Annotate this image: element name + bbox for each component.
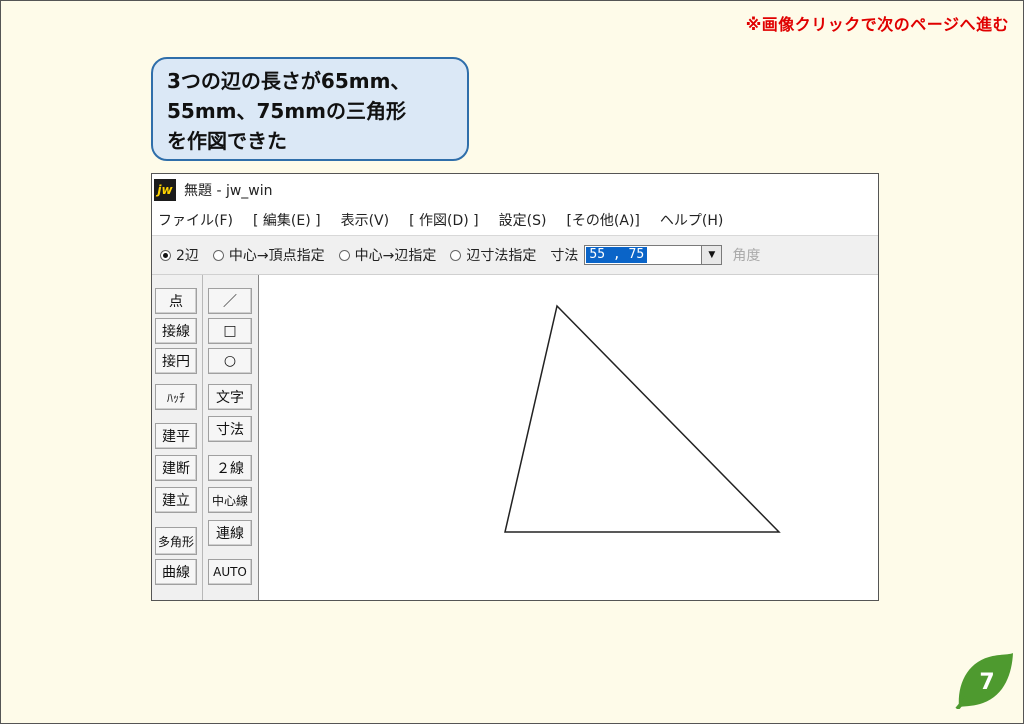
radio-center-vertex[interactable]: 中心→頂点指定 [212, 245, 325, 265]
angle-label: 角度 [732, 248, 761, 264]
radio-dot-icon [160, 249, 171, 261]
dimension-value: 55 , 75 [586, 247, 648, 263]
radio-label: 中心→辺指定 [354, 248, 437, 264]
tool-tangent-line-button[interactable]: 接線 [155, 318, 197, 344]
tool-line-button[interactable]: ／ [208, 288, 252, 314]
callout-line-2: 55mm、75mmの三角形 [167, 99, 407, 123]
tool-curve-button[interactable]: 曲線 [155, 559, 197, 585]
workspace: 点 接線 接円 ﾊｯﾁ 建平 建断 建立 多角形 曲線 ／ □ ○ 文字 寸法 … [152, 275, 878, 600]
triangle-shape[interactable] [504, 304, 781, 533]
menu-view[interactable]: 表示(V) [341, 210, 390, 230]
tool-dimension-button[interactable]: 寸法 [208, 416, 252, 442]
radio-dot-icon [338, 249, 350, 261]
tool-circle-button[interactable]: ○ [208, 348, 252, 374]
radio-side-dimension[interactable]: 辺寸法指定 [450, 245, 536, 265]
tool-point-button[interactable]: 点 [155, 288, 197, 314]
menu-bar: ファイル(F) [ 編集(E) ] 表示(V) [ 作図(D) ] 設定(S) … [152, 205, 878, 235]
jw-win-screenshot: jw 無題 - jw_win ファイル(F) [ 編集(E) ] 表示(V) [… [151, 173, 879, 601]
tool-section-button[interactable]: 建断 [155, 455, 197, 481]
window-title: 無題 - jw_win [184, 182, 273, 199]
radio-dot-icon [450, 249, 462, 261]
tool-tangent-circle-button[interactable]: 接円 [155, 348, 197, 374]
callout-line-1: 3つの辺の長さが65mm、 [167, 69, 411, 93]
menu-draw[interactable]: [ 作図(D) ] [409, 210, 479, 230]
tool-double-line-button[interactable]: ２線 [208, 455, 252, 481]
slide-page: ※画像クリックで次のページへ進む 3つの辺の長さが65mm、 55mm、75mm… [0, 0, 1024, 724]
tool-polygon-button[interactable]: 多角形 [155, 527, 197, 555]
next-page-note[interactable]: ※画像クリックで次のページへ進む [746, 11, 1009, 35]
leaf-icon: 7 [955, 653, 1013, 709]
tool-continuous-line-button[interactable]: 連線 [208, 520, 252, 546]
chevron-down-icon[interactable]: ▼ [702, 245, 723, 265]
tool-text-button[interactable]: 文字 [208, 384, 252, 410]
radio-label: 2辺 [176, 248, 199, 264]
radio-two-sides[interactable]: 2辺 [160, 245, 199, 265]
radio-dot-icon [212, 249, 224, 261]
radio-label: 中心→頂点指定 [228, 248, 325, 264]
menu-settings[interactable]: 設定(S) [499, 210, 547, 230]
dimension-label: 寸法 [550, 248, 579, 264]
menu-file[interactable]: ファイル(F) [158, 210, 233, 230]
tool-rectangle-button[interactable]: □ [208, 318, 252, 344]
menu-other[interactable]: [その他(A)] [566, 210, 639, 230]
drawing-canvas[interactable] [259, 275, 878, 600]
tool-floor-plan-button[interactable]: 建平 [155, 423, 197, 449]
dimension-input[interactable]: 55 , 75 [584, 245, 703, 265]
mode-toolbar: 2辺 中心→頂点指定 中心→辺指定 辺寸法指定 寸法 55 , 75 ▼ 角度 [152, 235, 878, 275]
dimension-combobox[interactable]: 55 , 75 ▼ [584, 245, 723, 265]
menu-help[interactable]: ヘルプ(H) [660, 210, 723, 230]
tool-elevation-button[interactable]: 建立 [155, 487, 197, 513]
jw-app-icon: jw [154, 178, 176, 201]
callout-box: 3つの辺の長さが65mm、 55mm、75mmの三角形 を作図できた [151, 57, 469, 161]
menu-edit[interactable]: [ 編集(E) ] [253, 210, 321, 230]
callout-line-3: を作図できた [167, 129, 287, 153]
tool-column-left: 点 接線 接円 ﾊｯﾁ 建平 建断 建立 多角形 曲線 [152, 275, 203, 600]
page-number: 7 [979, 670, 994, 695]
tool-hatch-button[interactable]: ﾊｯﾁ [155, 384, 197, 410]
tool-column-right: ／ □ ○ 文字 寸法 ２線 中心線 連線 AUTO [203, 275, 259, 600]
canvas-svg [504, 304, 781, 533]
tool-auto-button[interactable]: AUTO [208, 559, 252, 585]
radio-center-side[interactable]: 中心→辺指定 [338, 245, 437, 265]
tool-center-line-button[interactable]: 中心線 [208, 487, 252, 513]
window-titlebar: jw 無題 - jw_win [152, 174, 878, 205]
radio-label: 辺寸法指定 [466, 248, 537, 264]
